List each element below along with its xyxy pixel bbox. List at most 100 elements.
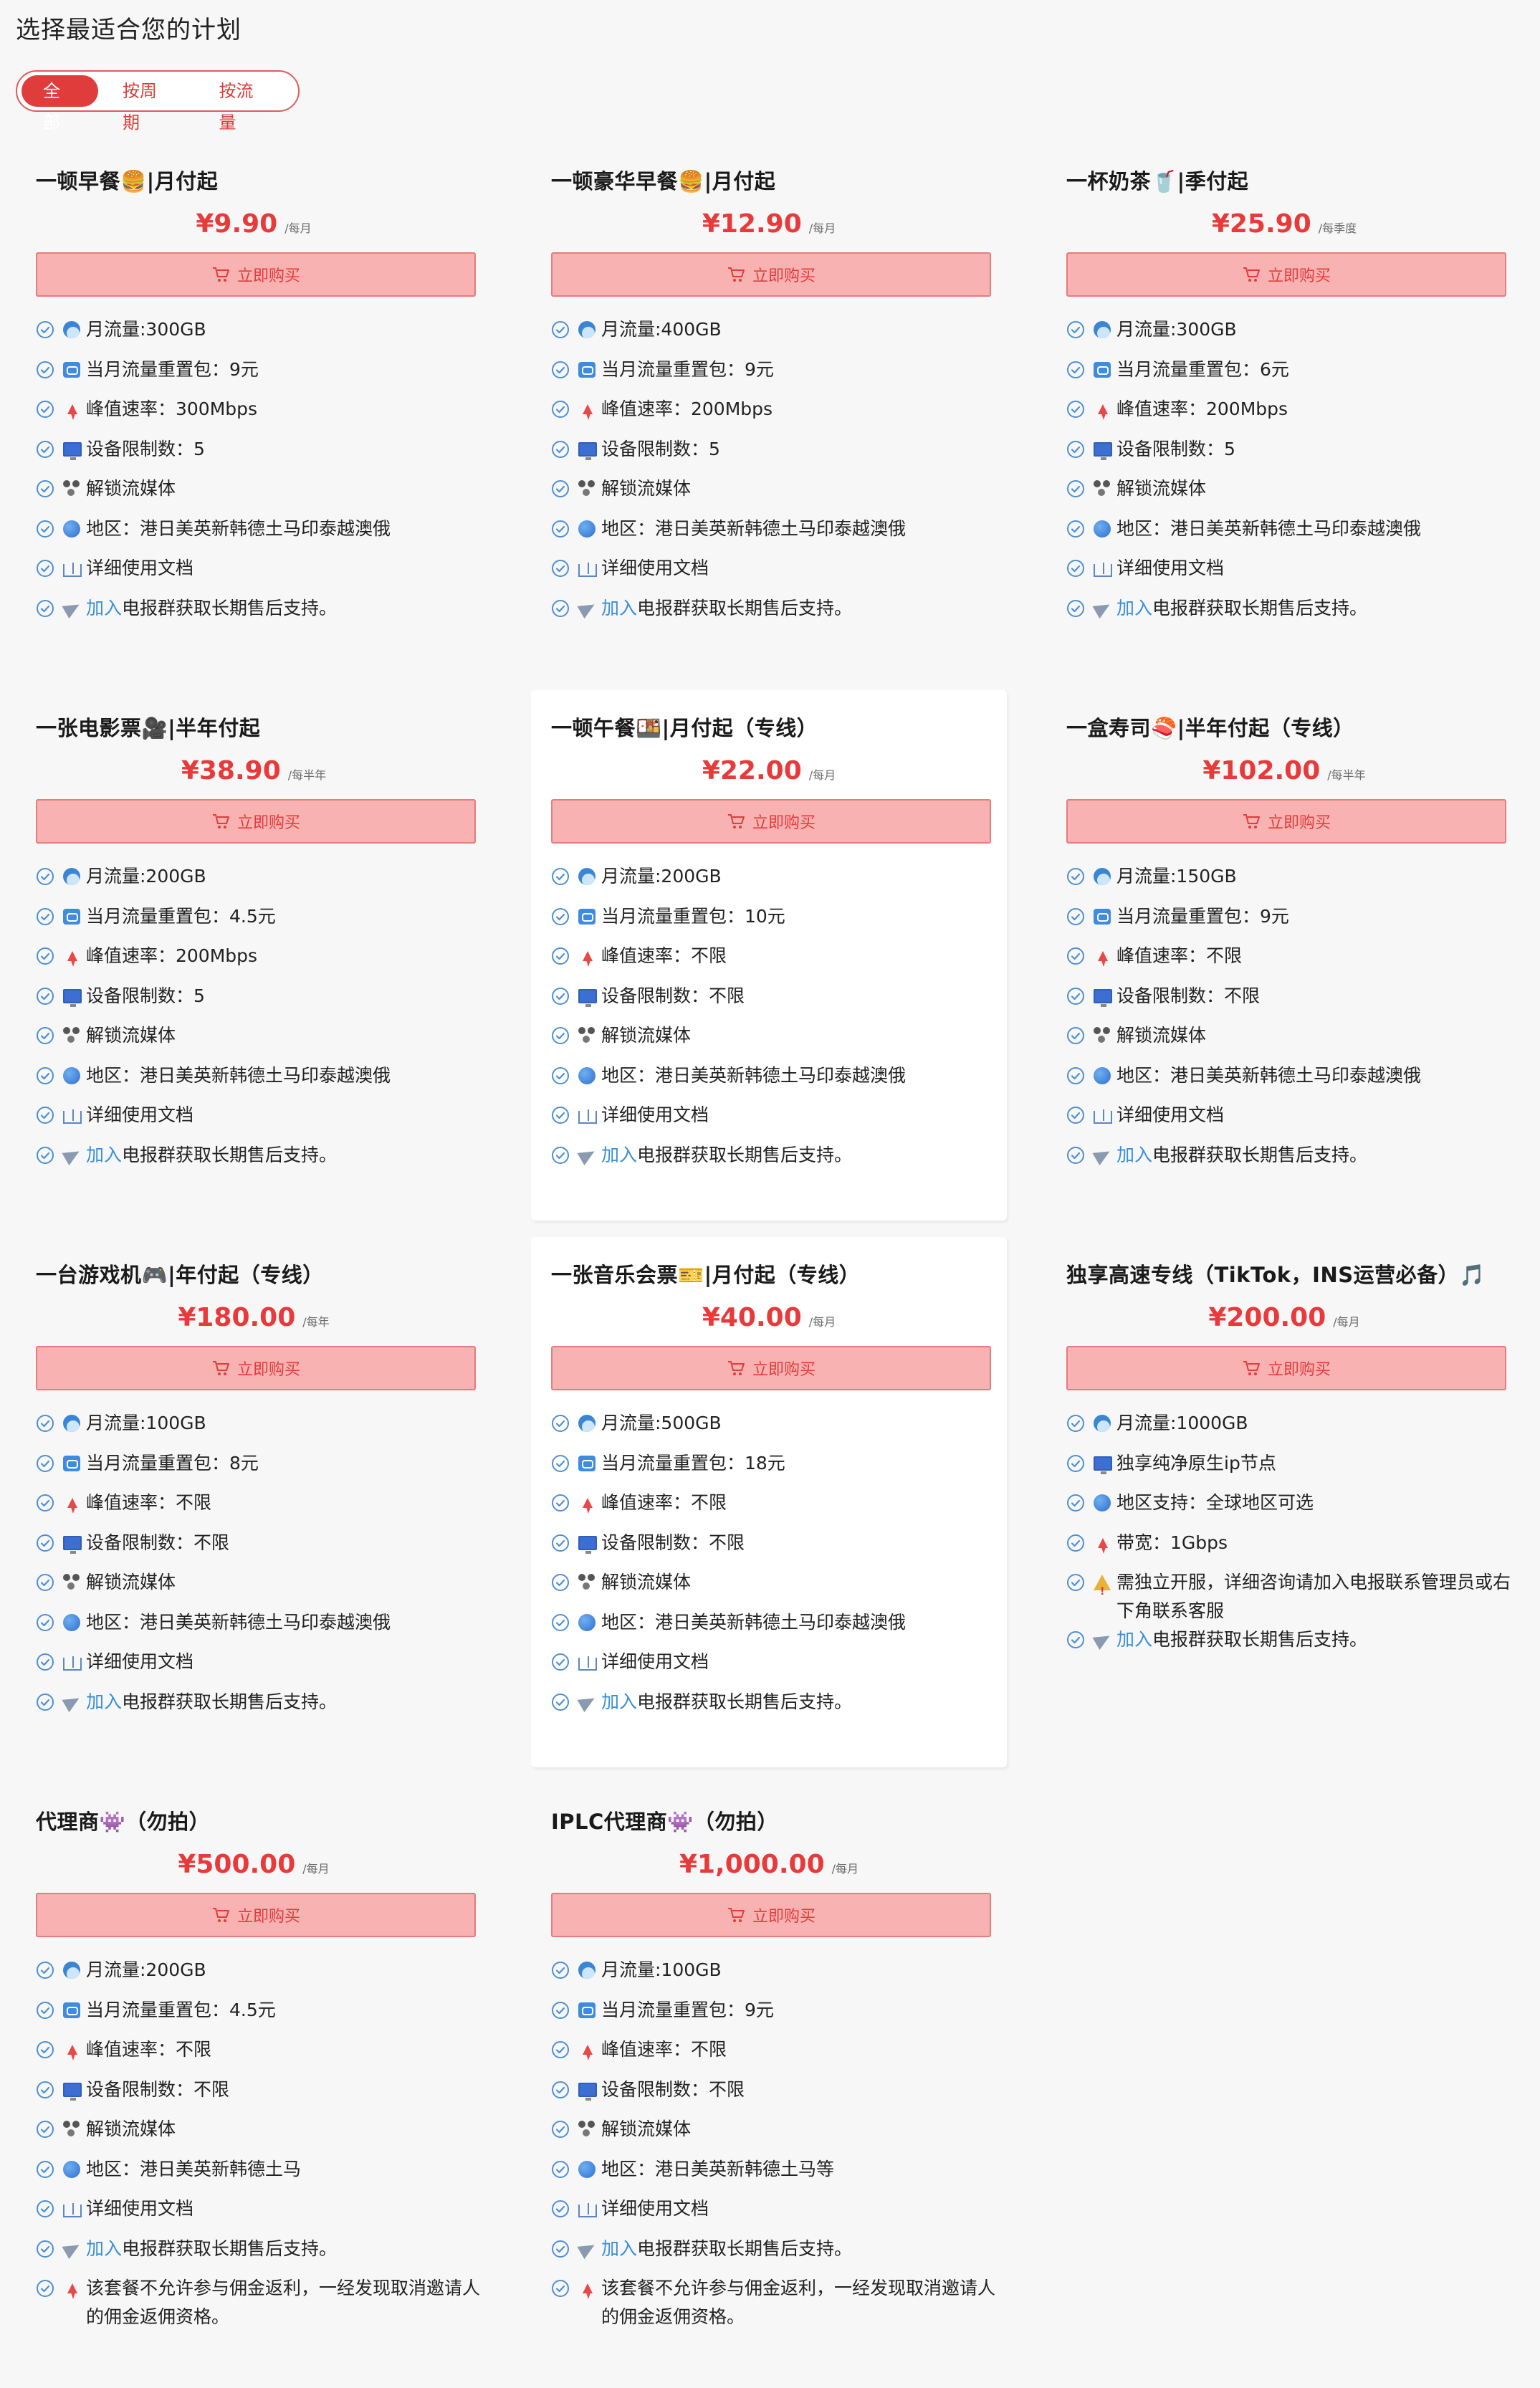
repeat-icon <box>578 1996 601 2025</box>
feature-item: 设备限制数：不限 <box>551 2076 995 2116</box>
join-link[interactable]: 加入 <box>601 2238 637 2259</box>
buy-button[interactable]: 立即购买 <box>1066 799 1506 844</box>
feature-label: 详细使用文档 <box>86 2198 194 2219</box>
feature-text: 地区：港日美英新韩德土马印泰越澳俄 <box>1116 1061 1511 1090</box>
tab-all[interactable]: 全部 <box>21 75 98 133</box>
plan-period: /每年 <box>302 1315 330 1329</box>
price-row: ¥1,000.00/每月 <box>531 1850 1007 1879</box>
feature-item: 月流量:200GB <box>36 1956 480 1996</box>
feature-text: 地区：港日美英新韩德土马印泰越澳俄 <box>1116 515 1511 543</box>
feature-item: 设备限制数：不限 <box>36 1529 480 1569</box>
feature-text: 设备限制数：5 <box>86 982 480 1011</box>
join-link[interactable]: 加入 <box>1116 1145 1152 1165</box>
feature-item: 带宽：1Gbps <box>1066 1529 1511 1569</box>
plan-title: 一顿午餐🍱|月付起（专线） <box>551 716 818 740</box>
feature-item: 加入电报群获取长期售后支持。 <box>551 1141 995 1181</box>
feature-text: 该套餐不允许参与佣金返利，一经发现取消邀请人的佣金返佣资格。 <box>86 2274 480 2331</box>
feature-label: 详细使用文档 <box>86 558 194 578</box>
check-circle-icon <box>551 2076 578 2104</box>
feature-label: 设备限制数：不限 <box>86 1532 230 1553</box>
feature-text: 地区：港日美英新韩德土马印泰越澳俄 <box>601 1061 995 1090</box>
feature-text: 峰值速率：200Mbps <box>86 942 480 970</box>
globe-icon <box>578 1608 601 1637</box>
feature-text: 加入电报群获取长期售后支持。 <box>601 1688 995 1716</box>
feature-text: 地区支持：全球地区可选 <box>1116 1489 1511 1517</box>
monitor-icon <box>578 2076 601 2104</box>
feature-label: 电报群获取长期售后支持。 <box>637 597 853 619</box>
feature-label: 详细使用文档 <box>601 1104 709 1125</box>
check-circle-icon <box>36 1688 63 1716</box>
feature-text: 当月流量重置包：4.5元 <box>86 902 480 931</box>
buy-button[interactable]: 立即购买 <box>551 252 991 297</box>
wave-icon <box>63 315 86 344</box>
check-circle-icon <box>36 594 63 623</box>
feature-text: 解锁流媒体 <box>601 1568 995 1597</box>
plan-title: 代理商👾（勿拍） <box>36 1810 211 1834</box>
check-circle-icon <box>1066 942 1094 970</box>
join-link[interactable]: 加入 <box>86 1145 122 1165</box>
bolt-icon <box>63 395 86 424</box>
check-circle-icon <box>551 2235 578 2263</box>
join-link[interactable]: 加入 <box>1116 598 1152 619</box>
feature-item: 设备限制数：不限 <box>551 982 995 1022</box>
feature-item: 加入电报群获取长期售后支持。 <box>551 594 995 634</box>
buy-button[interactable]: 立即购买 <box>36 1893 476 1937</box>
join-link[interactable]: 加入 <box>601 1145 637 1165</box>
feature-item: 详细使用文档 <box>36 554 480 594</box>
tab-by-period[interactable]: 按周期 <box>101 75 195 133</box>
feature-item: 解锁流媒体 <box>36 474 480 515</box>
feature-text: 当月流量重置包：18元 <box>601 1449 995 1478</box>
join-link[interactable]: 加入 <box>601 1691 637 1712</box>
check-circle-icon <box>36 2035 63 2064</box>
feature-item: 地区：港日美英新韩德土马印泰越澳俄 <box>36 1061 480 1102</box>
feature-text: 地区：港日美英新韩德土马印泰越澳俄 <box>601 1608 995 1637</box>
buy-button[interactable]: 立即购买 <box>36 1346 476 1390</box>
buy-button[interactable]: 立即购买 <box>551 1893 991 1937</box>
feature-label: 电报群获取长期售后支持。 <box>122 2237 338 2259</box>
page-title: 选择最适合您的计划 <box>16 16 241 44</box>
buy-button[interactable]: 立即购买 <box>551 1346 991 1390</box>
feature-label: 当月流量重置包：9元 <box>601 1999 774 2020</box>
feature-label: 地区：港日美英新韩德土马等 <box>601 2158 835 2179</box>
buy-button[interactable]: 立即购买 <box>551 799 991 844</box>
join-link[interactable]: 加入 <box>601 598 637 619</box>
check-circle-icon <box>551 1688 578 1716</box>
feature-label: 峰值速率：200Mbps <box>601 398 773 419</box>
check-circle-icon <box>1066 395 1094 424</box>
buy-button[interactable]: 立即购买 <box>1066 1346 1506 1390</box>
join-link[interactable]: 加入 <box>86 1691 122 1712</box>
feature-label: 月流量:100GB <box>601 1959 722 1980</box>
film-icon <box>63 1568 86 1597</box>
check-circle-icon <box>36 1996 63 2025</box>
feature-item: 设备限制数：5 <box>551 435 995 475</box>
check-circle-icon <box>36 1409 63 1438</box>
feature-item: 地区支持：全球地区可选 <box>1066 1489 1511 1529</box>
check-circle-icon <box>551 1489 578 1517</box>
feature-label: 解锁流媒体 <box>1116 478 1207 499</box>
join-link[interactable]: 加入 <box>1116 1629 1152 1650</box>
feature-text: 月流量:150GB <box>1116 862 1511 891</box>
check-circle-icon <box>1066 355 1094 384</box>
buy-button[interactable]: 立即购买 <box>36 252 476 297</box>
buy-button-label: 立即购买 <box>752 267 816 285</box>
price-row: ¥200.00/每月 <box>1046 1303 1522 1332</box>
join-link[interactable]: 加入 <box>86 2238 122 2259</box>
feature-label: 地区：港日美英新韩德土马印泰越澳俄 <box>86 1611 391 1633</box>
feature-text: 解锁流媒体 <box>601 474 995 503</box>
price-row: ¥38.90/每半年 <box>16 756 492 785</box>
book-icon <box>1094 1101 1116 1129</box>
check-circle-icon <box>36 1449 63 1478</box>
wave-icon <box>1094 315 1116 344</box>
feature-label: 设备限制数：不限 <box>1116 985 1261 1006</box>
feature-text: 当月流量重置包：4.5元 <box>86 1996 480 2025</box>
buy-button[interactable]: 立即购买 <box>1066 252 1506 297</box>
feature-text: 加入电报群获取长期售后支持。 <box>1116 1625 1511 1654</box>
tab-by-traffic[interactable]: 按流量 <box>198 75 292 133</box>
book-icon <box>1094 554 1116 583</box>
bolt-icon <box>63 942 86 970</box>
plan-price: ¥500.00 <box>178 1850 296 1879</box>
join-link[interactable]: 加入 <box>86 598 122 619</box>
feature-text: 加入电报群获取长期售后支持。 <box>86 1688 480 1716</box>
plane-icon <box>63 1141 86 1170</box>
buy-button[interactable]: 立即购买 <box>36 799 476 844</box>
